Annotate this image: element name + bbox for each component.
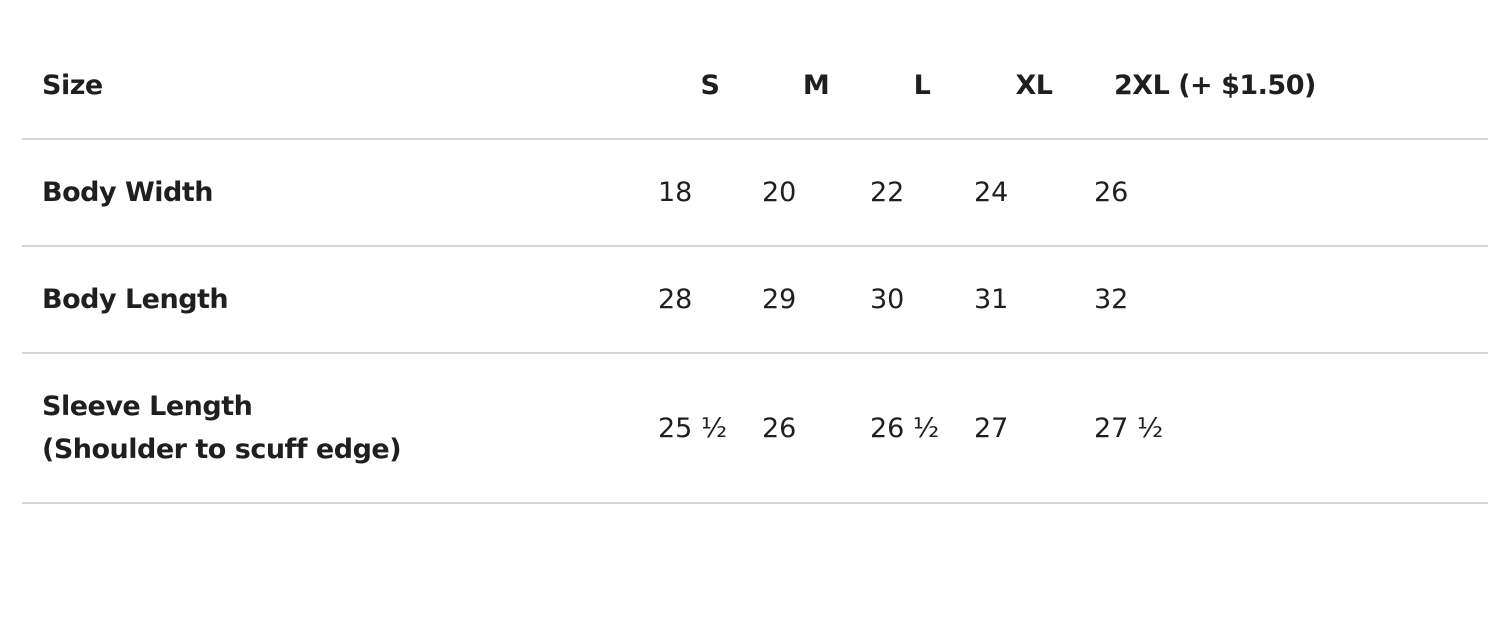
value-cell-2xl: 27 ½: [1094, 352, 1488, 504]
value-cell-s: 18: [658, 138, 762, 246]
table-row-body-length: Body Length 28 29 30 31 32: [22, 245, 1488, 353]
header-size-xl: XL: [1015, 69, 1053, 101]
value-cell-m: 26: [762, 352, 870, 504]
value-cell-xl: 27: [974, 352, 1094, 504]
row-label-line: Sleeve Length: [42, 391, 253, 422]
header-size-label: Size: [42, 69, 103, 101]
header-size-l: L: [913, 69, 931, 101]
value-cell-2xl: 26: [1094, 138, 1488, 246]
value-cell-m: 20: [762, 138, 870, 246]
header-size-s: S: [700, 69, 720, 101]
value-cell-l: 22: [870, 138, 974, 246]
row-label-line: Body Length: [42, 284, 229, 315]
table-header-row: Size S M L XL 2XL (+ $1.50): [22, 32, 1488, 139]
header-size-m: M: [802, 69, 830, 101]
row-label: Sleeve Length (Shoulder to scuff edge): [22, 352, 658, 504]
value-cell-2xl: 32: [1094, 245, 1488, 353]
value-cell-s: 25 ½: [658, 352, 762, 504]
table-row-sleeve-length: Sleeve Length (Shoulder to scuff edge) 2…: [22, 352, 1488, 504]
row-label: Body Width: [22, 138, 658, 246]
header-size-2xl: 2XL (+ $1.50): [1114, 69, 1316, 101]
row-label-subline: (Shoulder to scuff edge): [42, 434, 402, 465]
value-cell-s: 28: [658, 245, 762, 353]
value-cell-m: 29: [762, 245, 870, 353]
row-label: Body Length: [22, 245, 658, 353]
table-row-body-width: Body Width 18 20 22 24 26: [22, 138, 1488, 246]
row-label-line: Body Width: [42, 177, 213, 208]
value-cell-xl: 24: [974, 138, 1094, 246]
page: { "table": { "header": { "label": "Size"…: [0, 0, 1512, 624]
size-chart-table: Size S M L XL 2XL (+ $1.50) Body Width 1…: [22, 32, 1488, 504]
value-cell-l: 26 ½: [870, 352, 974, 504]
value-cell-xl: 31: [974, 245, 1094, 353]
value-cell-l: 30: [870, 245, 974, 353]
